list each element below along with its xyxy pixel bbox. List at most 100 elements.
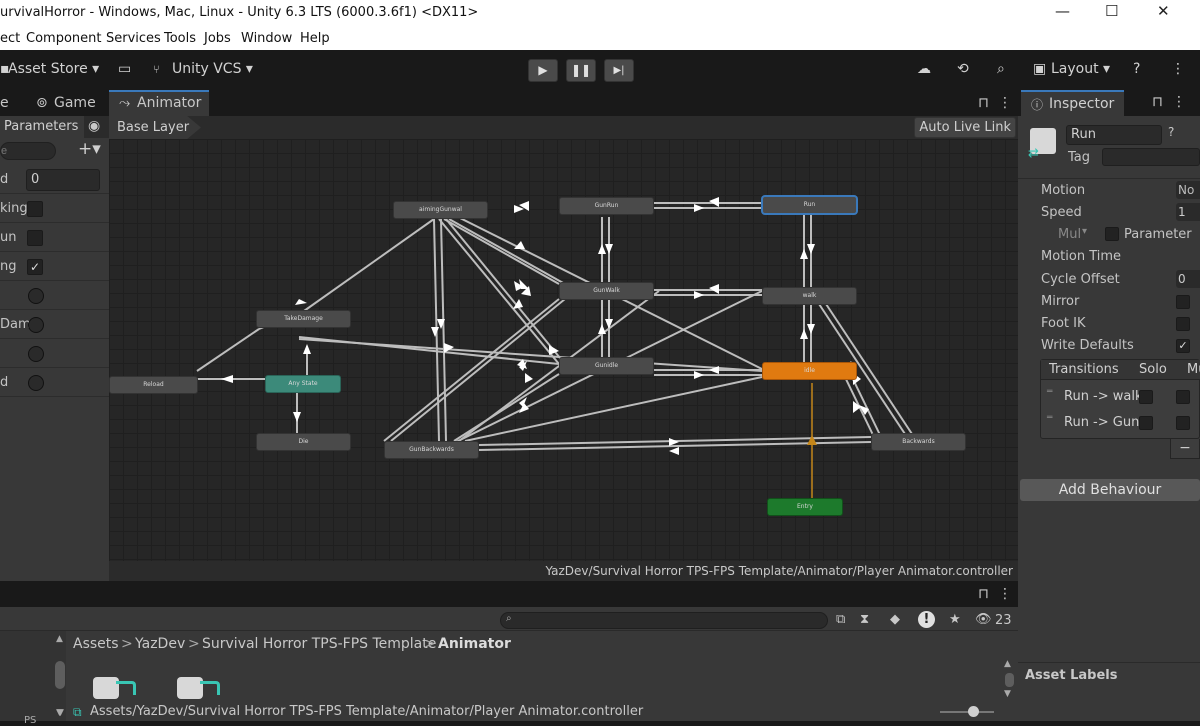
- trigger-radio[interactable]: [28, 375, 44, 391]
- add-behaviour-button[interactable]: Add Behaviour: [1020, 479, 1200, 501]
- unity-vcs-button[interactable]: Unity VCS ▾: [172, 61, 253, 77]
- menu-help[interactable]: Help: [300, 31, 330, 46]
- layout-dropdown[interactable]: Layout ▾: [1051, 61, 1110, 77]
- state-Backwards[interactable]: Backwards: [871, 433, 966, 451]
- remove-transition-button[interactable]: −: [1170, 439, 1200, 459]
- trigger-radio[interactable]: [28, 317, 44, 333]
- state-Run[interactable]: Run: [762, 196, 857, 214]
- scroll-down-icon[interactable]: ▼: [1004, 689, 1011, 699]
- add-parameter-button[interactable]: +▾: [78, 139, 101, 159]
- motion-field[interactable]: No: [1176, 181, 1200, 199]
- state-Entry[interactable]: Entry: [767, 498, 843, 516]
- parameter-row[interactable]: Dama: [0, 311, 109, 339]
- tab-parameters[interactable]: Parameters: [4, 119, 78, 134]
- tab-scene[interactable]: e: [0, 90, 9, 116]
- state-Gunidle[interactable]: Gunidle: [559, 357, 654, 375]
- visibility-icon[interactable]: 👁: [975, 612, 992, 627]
- transition-item[interactable]: Run -> walk: [1064, 389, 1143, 404]
- lock-icon[interactable]: ⊓: [978, 90, 989, 116]
- open-window-icon[interactable]: ⧉: [836, 612, 845, 627]
- package-icon[interactable]: ▭: [118, 61, 131, 77]
- menu-services[interactable]: Services: [106, 31, 161, 46]
- cycle-offset-field[interactable]: 0: [1176, 270, 1200, 288]
- parameter-row[interactable]: [0, 340, 109, 368]
- state-TakeDamage[interactable]: TakeDamage: [256, 310, 351, 328]
- alert-icon[interactable]: !: [918, 611, 935, 628]
- multiplier-dropdown-icon[interactable]: ▾: [1082, 226, 1087, 237]
- project-search-input[interactable]: [500, 612, 828, 629]
- tab-menu-icon[interactable]: ⋮: [998, 90, 1012, 116]
- close-button[interactable]: ✕: [1157, 2, 1170, 20]
- collapse-icon[interactable]: ▼: [57, 708, 64, 718]
- scroll-up-icon[interactable]: ▲: [56, 634, 63, 644]
- tag-field[interactable]: [1102, 148, 1200, 166]
- parameter-row[interactable]: d 0: [0, 166, 109, 194]
- help-icon[interactable]: ?: [1133, 61, 1140, 77]
- zoom-slider-thumb[interactable]: [968, 706, 979, 717]
- parameter-checkbox[interactable]: [27, 230, 43, 246]
- parameter-checkbox-checked[interactable]: ✓: [27, 259, 43, 275]
- help-icon[interactable]: ?: [1168, 125, 1174, 139]
- transition-item[interactable]: Run -> Gunl: [1064, 415, 1143, 430]
- menu-project[interactable]: ect: [0, 31, 20, 46]
- asset-store-button[interactable]: Asset Store ▾: [8, 61, 99, 77]
- state-GunWalk[interactable]: GunWalk: [559, 282, 654, 300]
- foot-ik-checkbox[interactable]: [1176, 317, 1190, 331]
- inspector-lock-icon[interactable]: ⊓: [1152, 94, 1163, 110]
- parameter-checkbox[interactable]: [1105, 227, 1119, 241]
- state-GunBackwards[interactable]: GunBackwards: [384, 441, 479, 459]
- breadcrumb-item[interactable]: YazDev: [135, 636, 185, 652]
- label-icon[interactable]: ◆: [890, 612, 900, 627]
- parameter-search-input[interactable]: [0, 142, 56, 160]
- parameter-row[interactable]: d: [0, 369, 109, 397]
- state-idle[interactable]: idle: [762, 362, 857, 380]
- drag-handle-icon[interactable]: ═: [1047, 413, 1052, 423]
- parameter-row[interactable]: king: [0, 195, 109, 223]
- cloud-icon[interactable]: ☁: [917, 61, 931, 77]
- breadcrumb-item-current[interactable]: Animator: [438, 636, 511, 652]
- minimize-button[interactable]: —: [1055, 2, 1070, 20]
- scroll-up-icon[interactable]: ▲: [1004, 659, 1011, 669]
- inspector-menu-icon[interactable]: ⋮: [1172, 94, 1186, 110]
- state-Reload[interactable]: Reload: [109, 376, 198, 394]
- maximize-button[interactable]: ☐: [1105, 2, 1118, 20]
- tab-game[interactable]: Game: [54, 90, 96, 116]
- favorite-icon[interactable]: ★: [949, 612, 961, 627]
- tree-scrollbar-thumb[interactable]: [55, 661, 65, 689]
- parameter-row[interactable]: ng ✓: [0, 253, 109, 281]
- solo-checkbox[interactable]: [1139, 416, 1153, 430]
- breadcrumb-item[interactable]: Survival Horror TPS-FPS Template: [202, 636, 436, 652]
- mute-checkbox[interactable]: [1176, 416, 1190, 430]
- menu-jobs[interactable]: Jobs: [204, 31, 231, 46]
- trigger-radio[interactable]: [28, 288, 44, 304]
- menu-component[interactable]: Component: [26, 31, 101, 46]
- search-icon[interactable]: ⌕: [997, 61, 1005, 77]
- more-options-icon[interactable]: ⋮: [1171, 61, 1185, 77]
- grid-scrollbar-thumb[interactable]: [1005, 673, 1014, 687]
- pause-button[interactable]: ❚❚: [566, 59, 596, 82]
- mirror-checkbox[interactable]: [1176, 295, 1190, 309]
- auto-live-link-button[interactable]: Auto Live Link: [914, 117, 1016, 138]
- parameter-row[interactable]: un: [0, 224, 109, 252]
- filter-type-icon[interactable]: ⧗: [860, 612, 869, 627]
- tab-animator[interactable]: ⤳ Animator: [109, 90, 209, 116]
- state-name-field[interactable]: Run: [1066, 125, 1162, 145]
- eye-icon[interactable]: ◉: [88, 118, 100, 134]
- project-menu-icon[interactable]: ⋮: [998, 586, 1012, 602]
- solo-checkbox[interactable]: [1139, 390, 1153, 404]
- breadcrumb-item[interactable]: Assets: [73, 636, 119, 652]
- mute-checkbox[interactable]: [1176, 390, 1190, 404]
- zoom-slider-track[interactable]: [940, 711, 994, 713]
- state-Die[interactable]: Die: [256, 433, 351, 451]
- step-button[interactable]: ▶|: [604, 59, 634, 82]
- tab-inspector[interactable]: ⓘ Inspector: [1021, 90, 1124, 116]
- play-button[interactable]: ▶: [528, 59, 558, 82]
- parameter-value-field[interactable]: 0: [26, 169, 100, 191]
- trigger-radio[interactable]: [28, 346, 44, 362]
- speed-field[interactable]: 1: [1176, 203, 1200, 221]
- menu-tools[interactable]: Tools: [164, 31, 196, 46]
- state-walk[interactable]: walk: [762, 287, 857, 305]
- history-icon[interactable]: ⟲: [957, 61, 969, 77]
- state-aimingGunwal[interactable]: aimingGunwal: [393, 201, 488, 219]
- drag-handle-icon[interactable]: ═: [1047, 387, 1052, 397]
